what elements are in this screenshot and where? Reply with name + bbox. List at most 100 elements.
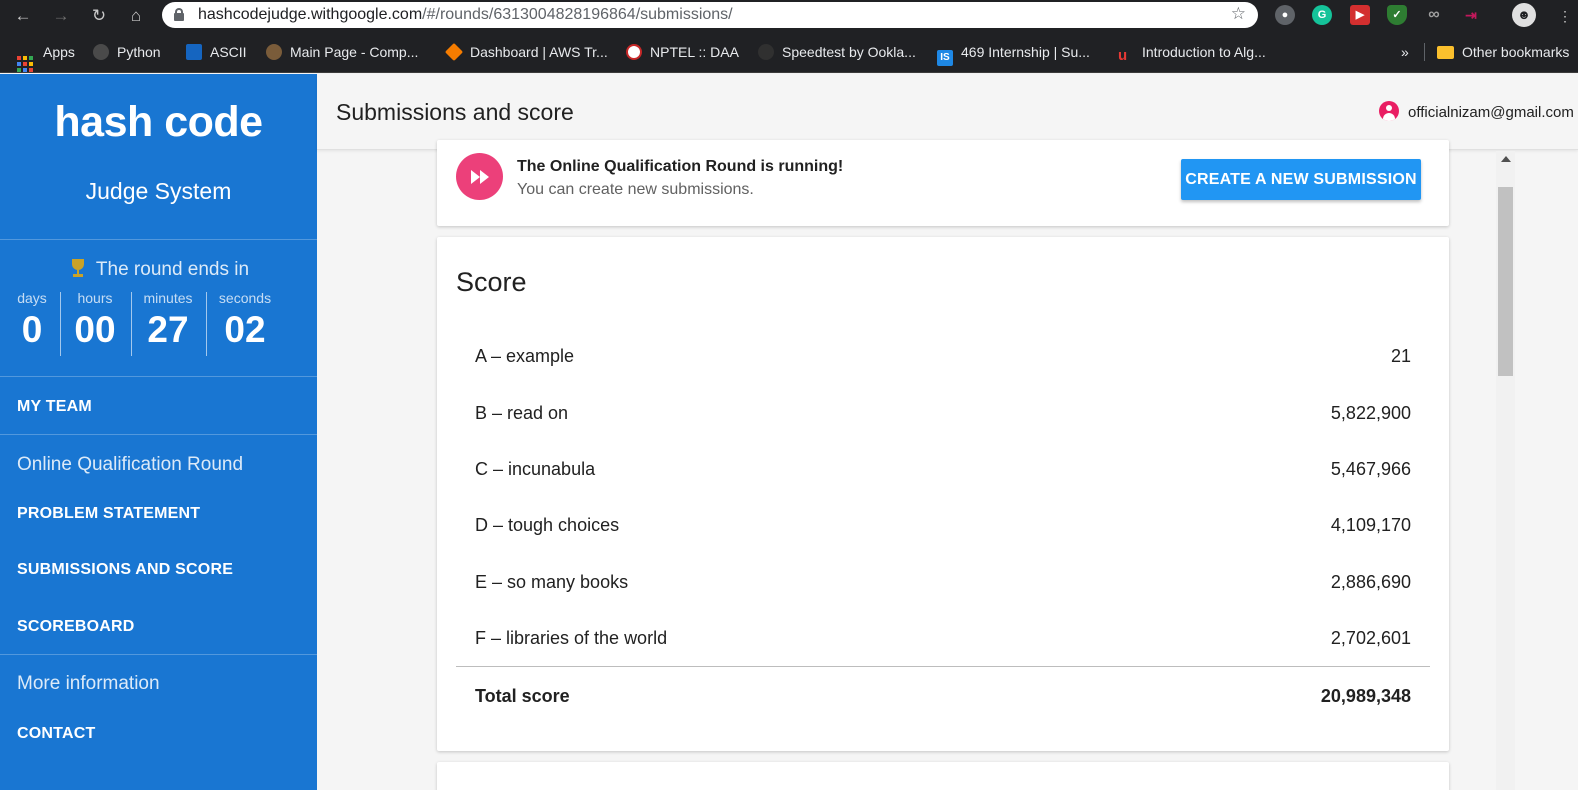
user-account[interactable]: officialnizam@gmail.com [1379,101,1574,121]
python-icon [93,44,109,60]
home-icon[interactable]: ⌂ [123,3,149,29]
create-submission-button[interactable]: CREATE A NEW SUBMISSION [1181,159,1421,200]
url-text[interactable]: hashcodejudge.withgoogle.com/#/rounds/63… [198,6,733,24]
total-separator [456,666,1430,667]
total-score-value: 20,989,348 [1320,686,1411,706]
bookmark-apps[interactable]: Apps [17,43,75,72]
round-ends-label: The round ends in [0,258,317,281]
bookmark-label: Python [117,44,161,60]
bookmark-label: NPTEL :: DAA [650,44,739,60]
browser-toolbar: ← → ↻ ⌂ hashcodejudge.withgoogle.com/#/r… [0,0,1578,31]
submissions-card [437,762,1449,790]
scrollbar-thumb[interactable] [1498,187,1513,376]
score-row: A – example 21 [456,341,1430,371]
round-status-title: The Online Qualification Round is runnin… [517,158,844,175]
score-value: 2,702,601 [1330,628,1411,648]
lock-icon[interactable] [174,8,184,21]
main-page-icon [266,44,282,60]
countdown-days: days 0 [12,290,52,356]
bookmark-introduction-to-algorithms[interactable]: u Introduction to Alg... [1118,43,1266,64]
address-bar[interactable]: hashcodejudge.withgoogle.com/#/rounds/63… [162,2,1258,28]
judge-system-subtitle: Judge System [85,178,232,204]
bookmark-star-icon[interactable]: ☆ [1231,4,1246,24]
udemy-icon: u [1118,47,1128,64]
score-dataset-label: A – example [475,346,575,366]
bookmark-speedtest[interactable]: Speedtest by Ookla... [758,43,916,61]
bookmark-internshala[interactable]: IS 469 Internship | Su... [937,43,1090,66]
bookmark-nptel[interactable]: NPTEL :: DAA [626,43,739,61]
reload-icon[interactable]: ↻ [86,3,112,29]
sidebar-item-submissions-and-score[interactable]: SUBMISSIONS AND SCORE [17,561,233,579]
countdown-separator [131,292,132,356]
sidebar-extension-icon[interactable]: ⇥ [1461,5,1481,25]
sidebar-item-my-team[interactable]: MY TEAM [17,398,92,416]
countdown-separator [60,292,61,356]
score-dataset-label: D – tough choices [475,515,620,535]
score-value: 2,886,690 [1330,572,1411,592]
score-dataset-label: C – incunabula [475,459,596,479]
sidebar-item-scoreboard[interactable]: SCOREBOARD [17,618,135,636]
bookmark-label: Introduction to Alg... [1142,44,1266,60]
other-bookmarks-label: Other bookmarks [1462,44,1570,60]
countdown-unit: seconds [218,290,272,306]
countdown-value: 27 [147,309,189,350]
page-scrollbar[interactable] [1496,151,1515,790]
ascii-icon [186,44,202,60]
bookmark-ascii[interactable]: ASCII [186,43,247,61]
score-title: Score [456,267,527,297]
score-dataset-label: E – so many books [475,572,629,592]
score-value: 4,109,170 [1330,515,1411,535]
other-bookmarks-folder[interactable]: Other bookmarks [1437,43,1569,61]
sidebar-item-contact[interactable]: CONTACT [17,725,95,743]
grammarly-extension-icon[interactable]: G [1312,5,1332,25]
forward-icon[interactable]: → [48,3,74,29]
bookmark-label: ASCII [210,44,247,60]
sidebar-divider [0,434,317,435]
more-bookmarks-button[interactable]: » [1401,43,1409,61]
countdown-unit: hours [77,290,113,306]
bookmark-aws[interactable]: Dashboard | AWS Tr... [444,42,608,62]
score-row: E – so many books 2,886,690 [456,567,1430,597]
profile-avatar-icon[interactable]: ☻ [1512,3,1536,27]
sidebar-divider [0,654,317,655]
score-row: B – read on 5,822,900 [456,398,1430,428]
countdown-unit: minutes [143,290,193,306]
countdown-hours: hours 00 [63,290,127,356]
countdown-minutes: minutes 27 [135,290,201,356]
bookmark-label: Apps [43,44,75,60]
sidebar: hash code Judge System The round ends in… [0,74,317,790]
sidebar-item-problem-statement[interactable]: PROBLEM STATEMENT [17,505,200,523]
video-extension-icon[interactable]: ▶ [1350,5,1370,25]
bookmark-label: Main Page - Comp... [290,44,419,60]
score-dataset-label: B – read on [475,403,569,423]
sidebar-section-round: Online Qualification Round [17,454,244,475]
infinity-extension-icon[interactable]: ∞ [1424,5,1444,25]
nptel-icon [626,44,642,60]
score-value: 5,822,900 [1330,403,1411,423]
menu-dots-icon[interactable]: ⋮ [1552,3,1578,29]
shield-extension-icon[interactable]: ✓ [1387,5,1407,25]
aws-icon [444,42,464,62]
score-row: F – libraries of the world 2,702,601 [456,623,1430,653]
bookmark-python[interactable]: Python [93,43,161,61]
sidebar-section-more-information: More information [17,673,160,694]
bookmark-main-page[interactable]: Main Page - Comp... [266,43,418,61]
round-ends-text: The round ends in [95,259,250,280]
performance-extension-icon[interactable]: ● [1275,5,1295,25]
round-status-banner: The Online Qualification Round is runnin… [437,140,1449,226]
scroll-up-arrow-icon[interactable] [1501,156,1511,162]
round-status-subtitle: You can create new submissions. [517,181,754,198]
account-avatar-icon [1379,101,1399,121]
folder-icon [1437,46,1454,59]
back-icon[interactable]: ← [10,3,36,29]
bookmark-label: Speedtest by Ookla... [782,44,916,60]
bookmark-label: Dashboard | AWS Tr... [470,44,608,60]
sidebar-divider [0,239,317,240]
score-row: D – tough choices 4,109,170 [456,510,1430,540]
bookmark-label: 469 Internship | Su... [961,44,1090,60]
countdown-value: 00 [74,309,116,350]
hash-code-logo[interactable]: hash code [0,98,317,147]
score-dataset-label: F – libraries of the world [475,628,668,648]
countdown-value: 02 [224,309,266,350]
countdown-unit: days [17,290,47,306]
